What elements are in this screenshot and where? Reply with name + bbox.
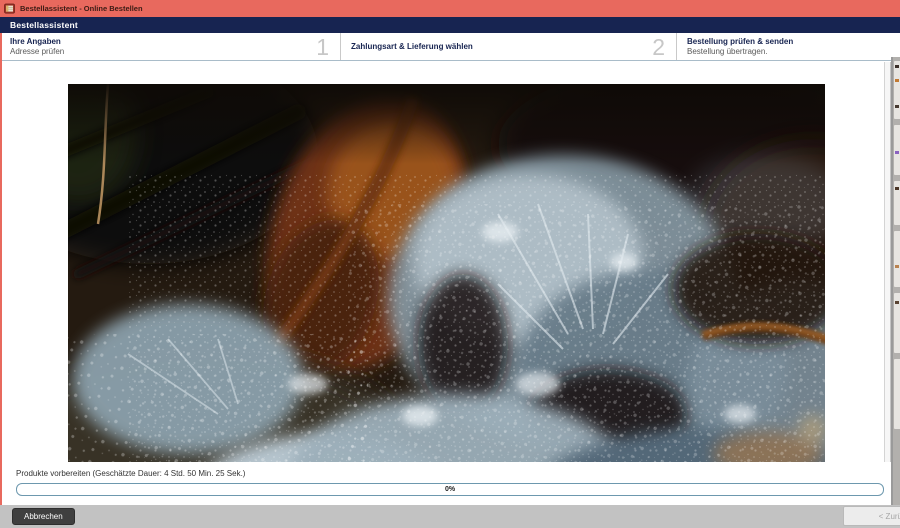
- sliver-mark: [895, 79, 899, 82]
- sliver-item: [894, 61, 900, 119]
- wizard-step-2: Zahlungsart & Lieferung wählen 2: [340, 33, 676, 60]
- wizard-step-bar: Ihre Angaben Adresse prüfen 1 Zahlungsar…: [0, 33, 900, 61]
- sliver-item: [894, 181, 900, 225]
- progress-bar: 0%: [16, 483, 884, 496]
- sliver-item: [894, 125, 900, 175]
- sliver-mark: [895, 151, 899, 154]
- frosted-leaves-photo: [68, 84, 825, 462]
- step-2-title: Zahlungsart & Lieferung wählen: [351, 41, 473, 51]
- step-1-subtitle: Adresse prüfen: [10, 46, 65, 56]
- background-window-sliver: [893, 57, 900, 505]
- assistant-header-title: Bestellassistent: [10, 20, 78, 30]
- sliver-mark: [895, 187, 899, 190]
- sliver-mark: [895, 301, 899, 304]
- sliver-item: [894, 231, 900, 287]
- step-number-2: 2: [652, 33, 665, 60]
- window-title: Bestellassistent - Online Bestellen: [20, 4, 143, 13]
- progress-status-text: Produkte vorbereiten (Geschätzte Dauer: …: [16, 469, 246, 478]
- progress-zone: Produkte vorbereiten (Geschätzte Dauer: …: [2, 462, 891, 505]
- progress-percent-label: 0%: [444, 486, 456, 493]
- wizard-step-3: Bestellung prüfen & senden Bestellung üb…: [676, 33, 900, 60]
- content-area: [2, 62, 884, 462]
- app-icon: [4, 3, 15, 14]
- sliver-item: [894, 359, 900, 429]
- assistant-header: Bestellassistent: [0, 17, 900, 33]
- step-3-subtitle: Bestellung übertragen.: [687, 46, 768, 56]
- step-3-title: Bestellung prüfen & senden: [687, 36, 794, 46]
- sliver-mark: [895, 65, 899, 68]
- back-button[interactable]: < Zurück: [843, 506, 900, 526]
- sliver-mark: [895, 105, 899, 108]
- footer-bar: Abbrechen < Zurück: [0, 505, 900, 528]
- cancel-button[interactable]: Abbrechen: [12, 508, 75, 525]
- window-titlebar[interactable]: Bestellassistent - Online Bestellen: [0, 0, 900, 17]
- sliver-item: [894, 293, 900, 353]
- step-number-1: 1: [316, 33, 329, 60]
- step-1-title: Ihre Angaben: [10, 36, 61, 46]
- wizard-step-1: Ihre Angaben Adresse prüfen 1: [0, 33, 340, 60]
- sliver-mark: [895, 265, 899, 268]
- vertical-scrollbar[interactable]: [884, 62, 891, 462]
